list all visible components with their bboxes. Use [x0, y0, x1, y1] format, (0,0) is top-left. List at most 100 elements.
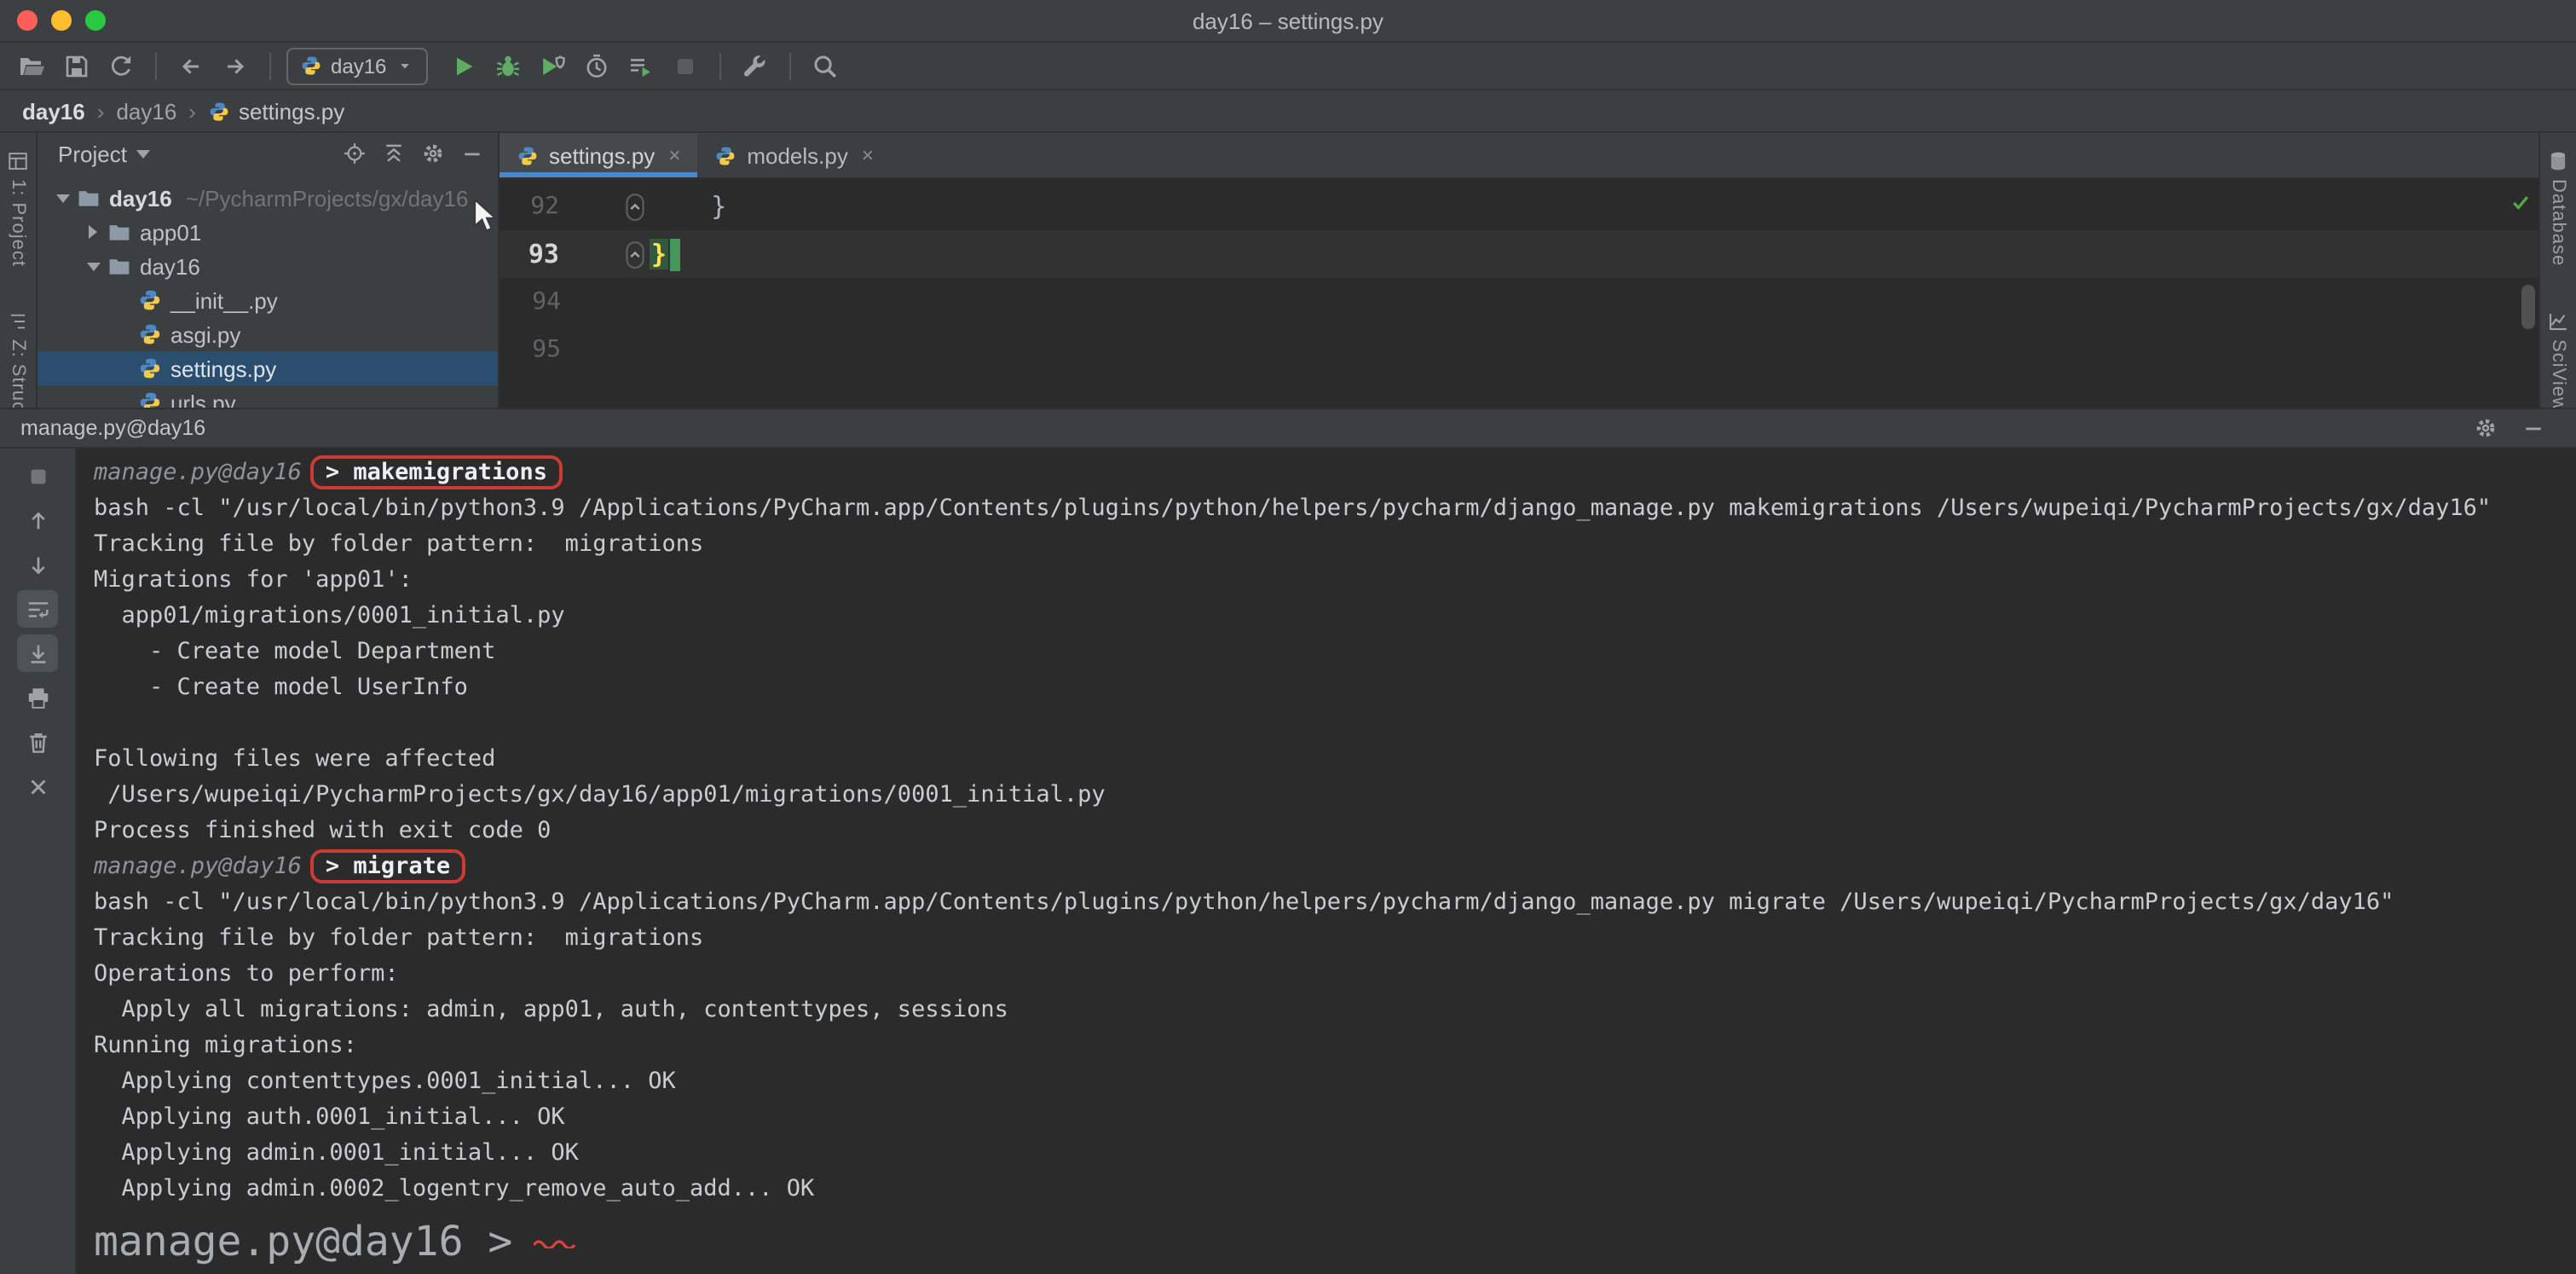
- breadcrumb-item[interactable]: day16: [22, 98, 85, 124]
- tree-item-asgi.py[interactable]: asgi.py: [38, 317, 498, 351]
- tool-stripe-label: Database: [2548, 179, 2568, 266]
- tree-item-urls.py[interactable]: urls.py: [38, 385, 498, 408]
- console-prompt-line: manage.py@day16> makemigrations: [94, 455, 2576, 491]
- chevron-down-icon: [86, 262, 100, 270]
- soft-wrap-button[interactable]: [17, 590, 58, 628]
- up-stack-trace-button[interactable]: [17, 501, 58, 539]
- collapse-all-button[interactable]: [382, 142, 406, 165]
- hide-panel-button[interactable]: [460, 142, 484, 165]
- folder-icon: [77, 186, 101, 210]
- inspections-ok-icon[interactable]: [2510, 188, 2532, 220]
- traffic-light-zoom[interactable]: [85, 10, 106, 31]
- print-button[interactable]: [17, 679, 58, 716]
- profile-button[interactable]: [574, 45, 618, 86]
- debug-icon: [494, 52, 521, 79]
- clear-all-button[interactable]: [17, 723, 58, 761]
- debug-button[interactable]: [485, 45, 529, 86]
- close-icon: [25, 773, 50, 799]
- editor-column: settings.py×models.py× 92 }93}9495: [500, 133, 2538, 408]
- breadcrumb-label: day16: [22, 98, 85, 124]
- close-icon[interactable]: ×: [862, 143, 874, 167]
- back-button[interactable]: [169, 45, 213, 86]
- line-number: 93: [500, 239, 559, 269]
- tab-label: models.py: [747, 142, 848, 168]
- fold-marker-icon[interactable]: [621, 240, 650, 269]
- run-panel-header[interactable]: manage.py@day16: [0, 409, 2576, 449]
- back-icon: [177, 52, 205, 79]
- console-output-line: Tracking file by folder pattern: migrati…: [94, 527, 2576, 563]
- mouse-cursor: [472, 198, 498, 244]
- editor-lines: 92 }93}9495: [500, 182, 2538, 374]
- tree-item-settings.py[interactable]: settings.py: [38, 351, 498, 385]
- panel-options-button[interactable]: [421, 142, 445, 165]
- project-panel-title[interactable]: Project: [58, 141, 127, 166]
- tree-expand-icon[interactable]: [82, 225, 104, 239]
- stop-icon: [671, 52, 698, 79]
- tree-item-label: day16: [109, 185, 172, 211]
- editor-scrollbar[interactable]: [2521, 285, 2535, 329]
- tree-item-day16[interactable]: day16~/PycharmProjects/gx/day16: [38, 181, 498, 215]
- chevron-down-icon[interactable]: [137, 149, 151, 158]
- tree-item-day16[interactable]: day16: [38, 249, 498, 283]
- save-all-button[interactable]: [55, 45, 99, 86]
- main-toolbar: day16: [0, 43, 2576, 90]
- main-area: 1: ProjectZ: Structure Project day16~/Py…: [0, 133, 2576, 408]
- tool-stripe-button-sciview[interactable]: SciView: [2547, 310, 2569, 412]
- project-panel-header: Project: [38, 133, 498, 174]
- run-targets-button[interactable]: [618, 45, 662, 86]
- editor[interactable]: 92 }93}9495: [500, 179, 2538, 408]
- breadcrumb-item[interactable]: day16: [116, 98, 176, 124]
- console-command: makemigrations: [353, 459, 547, 486]
- prompt-arrow: >: [326, 853, 354, 880]
- left-tool-stripe: 1: ProjectZ: Structure: [0, 133, 38, 408]
- python-file-icon: [138, 356, 162, 380]
- run-with-coverage-button[interactable]: [529, 45, 574, 86]
- console-output-line: Tracking file by folder pattern: migrati…: [94, 921, 2576, 957]
- settings-button[interactable]: [732, 45, 777, 86]
- titlebar[interactable]: day16 – settings.py: [0, 0, 2576, 43]
- scroll-to-end-button[interactable]: [17, 634, 58, 672]
- console-output-line: - Create model Department: [94, 634, 2576, 670]
- project-tree[interactable]: day16~/PycharmProjects/gx/day16app01day1…: [38, 174, 498, 408]
- prompt-arrow: >: [326, 459, 354, 486]
- tree-expand-icon[interactable]: [82, 262, 104, 270]
- annotation-box: > migrate: [310, 849, 465, 883]
- tree-item-__init__.py[interactable]: __init__.py: [38, 283, 498, 317]
- forward-button[interactable]: [213, 45, 257, 86]
- down-stack-trace-button[interactable]: [17, 546, 58, 583]
- tree-expand-icon[interactable]: [51, 194, 73, 202]
- run-button[interactable]: [441, 45, 485, 86]
- tab-label: settings.py: [549, 142, 655, 168]
- tree-item-app01[interactable]: app01: [38, 215, 498, 249]
- search-everywhere-button[interactable]: [802, 45, 846, 86]
- tab-settings.py[interactable]: settings.py ×: [500, 133, 697, 177]
- tool-stripe-button-1-project[interactable]: 1: Project: [7, 150, 29, 267]
- hide-console-button[interactable]: [2521, 416, 2545, 440]
- breadcrumb-label: settings.py: [239, 98, 344, 124]
- open-button[interactable]: [10, 45, 55, 86]
- console-options-button[interactable]: [2474, 416, 2498, 440]
- tool-stripe-button-database[interactable]: Database: [2547, 150, 2569, 266]
- close-button[interactable]: [17, 767, 58, 805]
- editor-gutter: 93: [500, 230, 650, 278]
- breadcrumb-item[interactable]: settings.py: [208, 98, 344, 124]
- tab-models.py[interactable]: models.py ×: [697, 133, 891, 177]
- fold-marker-icon[interactable]: [621, 192, 650, 221]
- profiler-icon: [582, 52, 609, 79]
- right-tool-stripe: DatabaseSciView: [2538, 133, 2576, 408]
- synchronize-button[interactable]: [99, 45, 143, 86]
- toolbar-separator: [719, 52, 720, 79]
- run-config-select[interactable]: day16: [286, 47, 427, 84]
- tree-item-label: urls.py: [170, 390, 236, 408]
- code-segment: }: [650, 239, 668, 269]
- stop-button[interactable]: [17, 457, 58, 495]
- console-active-prompt[interactable]: manage.py@day16 >: [94, 1218, 2576, 1260]
- close-icon[interactable]: ×: [668, 143, 680, 167]
- select-opened-file-button[interactable]: [343, 142, 367, 165]
- traffic-light-minimize[interactable]: [51, 10, 72, 31]
- traffic-light-close[interactable]: [17, 10, 38, 31]
- stop-button[interactable]: [662, 45, 707, 86]
- python-file-icon: [138, 288, 162, 312]
- line-number: 95: [500, 336, 561, 363]
- console-output[interactable]: manage.py@day16> makemigrationsbash -cl …: [77, 449, 2576, 1274]
